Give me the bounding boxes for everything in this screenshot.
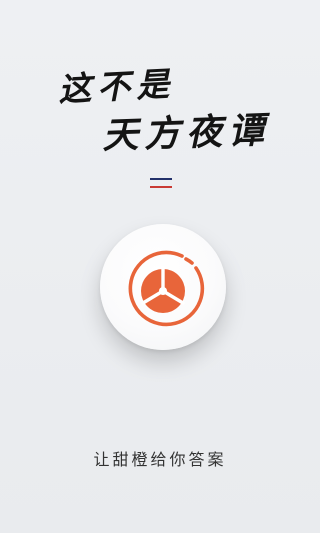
divider-bottom-line xyxy=(150,186,172,188)
headline-line-1: 这不是 xyxy=(57,63,177,110)
divider-top-line xyxy=(150,178,172,180)
headline: 这不是 天方夜谭 xyxy=(0,0,320,160)
double-line-divider-icon xyxy=(150,176,172,190)
headline-line-2: 天方夜谭 xyxy=(101,109,271,157)
tagline: 让甜橙给你答案 xyxy=(93,450,227,469)
app-logo-button[interactable] xyxy=(100,224,226,350)
orange-slice-logo-icon xyxy=(128,250,205,327)
splash-screen: 这不是 天方夜谭 让甜橙给你答案 xyxy=(0,0,320,533)
